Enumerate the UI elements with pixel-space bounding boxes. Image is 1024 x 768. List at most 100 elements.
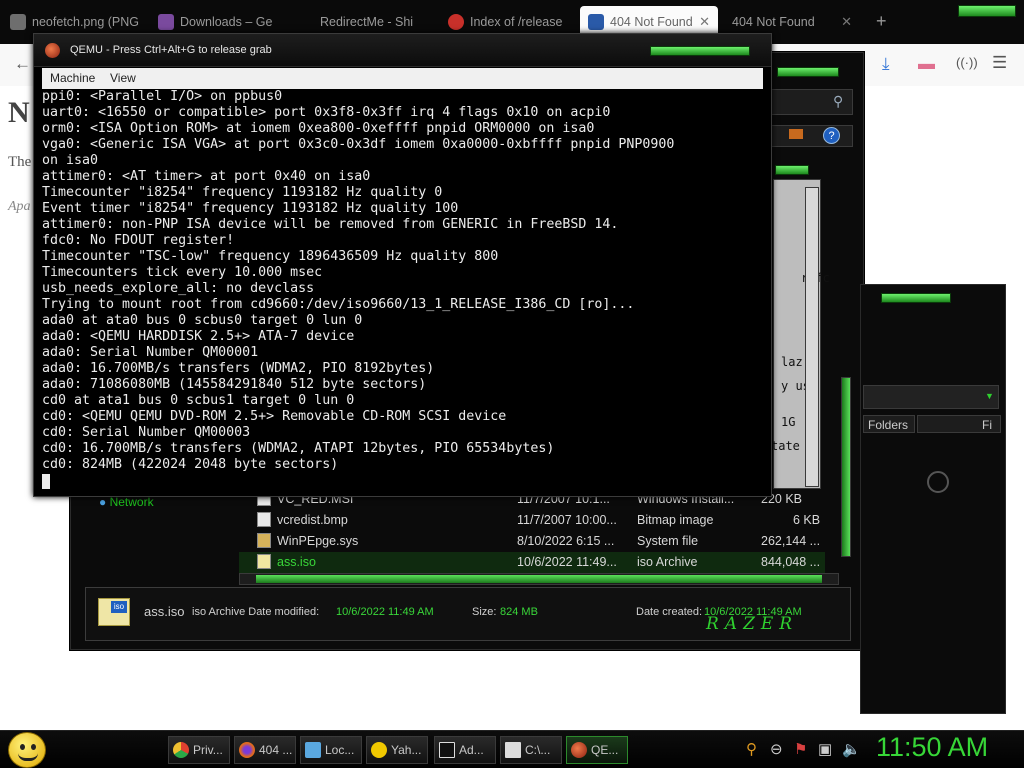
search-icon[interactable]: ⚲ — [833, 93, 843, 110]
taskbar-button-firefox[interactable]: 404 ... — [234, 736, 296, 764]
7zip-icon — [505, 742, 521, 758]
details-size-label: Size: — [472, 606, 497, 618]
extension-icon[interactable]: ▬ — [918, 54, 935, 74]
horizontal-scrollbar[interactable] — [239, 573, 839, 585]
taskbar-clock[interactable]: 11:50 AM — [876, 732, 998, 763]
qemu-window: QEMU - Press Ctrl+Alt+G to release grab … — [33, 33, 772, 497]
folder-options-icon[interactable] — [789, 129, 803, 139]
smiley-eye — [31, 744, 36, 750]
vertical-scrollbar[interactable] — [841, 377, 851, 557]
menu-icon[interactable]: ☰ — [992, 53, 1007, 73]
scroll-thumb[interactable] — [256, 575, 822, 583]
preview-scrollbar[interactable] — [805, 187, 819, 487]
console-line: cd0: 824MB (422024 2048 byte sectors) — [42, 457, 339, 472]
smiley-mouth — [18, 753, 38, 761]
download-icon[interactable]: ⤓ — [882, 54, 890, 74]
qemu-title-bar[interactable]: QEMU - Press Ctrl+Alt+G to release grab — [34, 34, 771, 67]
window-title: QEMU - Press Ctrl+Alt+G to release grab — [70, 44, 272, 56]
taskbar-button-cmd[interactable]: Ad... — [434, 736, 496, 764]
back-arrow-icon[interactable]: ← — [14, 54, 31, 74]
vm-console[interactable]: ppi0: <Parallel I/O> on ppbus0 uart0: <1… — [42, 89, 764, 495]
address-box[interactable] — [863, 385, 999, 409]
console-line: ppi0: <Parallel I/O> on ppbus0 — [42, 89, 283, 104]
page-text-fragment: The — [8, 154, 32, 170]
console-line: ada0: <QEMU HARDDISK 2.5+> ATA-7 device — [42, 329, 355, 344]
console-line: Timecounters tick every 10.000 msec — [42, 265, 323, 280]
details-date-modified: 10/6/2022 11:49 AM — [336, 606, 434, 618]
iso-file-icon — [257, 554, 271, 569]
qemu-menu-bar: Machine View — [42, 68, 763, 89]
console-line: cd0: 16.700MB/s transfers (WDMA2, ATAPI … — [42, 441, 555, 456]
text-cursor — [42, 474, 50, 489]
taskbar-button-7zip[interactable]: C:\... — [500, 736, 562, 764]
desktop: neofetch.png (PNG I Downloads – Ge Redir… — [0, 0, 1024, 768]
plus-icon[interactable]: + — [876, 11, 887, 32]
sidebar-item-network[interactable]: ● Network — [99, 495, 154, 509]
file-row[interactable]: vcredist.bmp 11/7/2007 10:00... Bitmap i… — [239, 510, 825, 531]
flag-icon[interactable]: ⚑ — [794, 740, 807, 758]
start-button-smiley-icon[interactable] — [8, 732, 46, 768]
column-header-folders[interactable]: Folders — [863, 415, 915, 433]
window-controls-bar[interactable] — [650, 46, 750, 56]
taskbar-button-qemu[interactable]: QE... — [566, 736, 628, 764]
window-controls-bar[interactable] — [777, 67, 839, 77]
console-line: ada0 at ata0 bus 0 scbus0 target 0 lun 0 — [42, 313, 363, 328]
firefox-icon — [239, 742, 255, 758]
taskbar-button-yahoo[interactable]: Yah... — [366, 736, 428, 764]
console-line: uart0: <16550 or compatible> port 0x3f8-… — [42, 105, 611, 120]
network-icon: ● — [99, 495, 107, 509]
toolbar-strip — [771, 125, 853, 147]
console-line: fdc0: No FDOUT register! — [42, 233, 235, 248]
taskbar-button-chrome[interactable]: Priv... — [168, 736, 230, 764]
menu-machine[interactable]: Machine — [50, 71, 95, 85]
console-line: Trying to mount root from cd9660:/dev/is… — [42, 297, 635, 312]
chrome-icon — [173, 742, 189, 758]
console-line: usb_needs_explore_all: no devclass — [42, 281, 315, 296]
close-icon[interactable]: ✕ — [841, 14, 852, 30]
command-prompt-icon — [439, 742, 455, 758]
console-line: on isa0 — [42, 153, 99, 168]
help-icon[interactable]: ? — [823, 127, 840, 144]
console-line: attimer0: <AT timer> at port 0x40 on isa… — [42, 169, 371, 184]
chevron-down-icon[interactable]: ▼ — [985, 391, 994, 401]
page-footer-fragment: Apa — [8, 199, 31, 214]
console-line: ada0: 71086080MB (145584291840 512 byte … — [42, 377, 427, 392]
local-disk-icon — [305, 742, 321, 758]
system-file-icon — [257, 533, 271, 548]
console-line: Timecounter "i8254" frequency 1193182 Hz… — [42, 185, 443, 200]
qemu-icon — [45, 43, 60, 58]
volume-icon[interactable]: 🔈 — [842, 740, 861, 758]
console-line: Event timer "i8254" frequency 1193182 Hz… — [42, 201, 459, 216]
details-type-modified-label: iso Archive Date modified: — [192, 606, 320, 618]
search-icon[interactable]: ⚲ — [746, 740, 757, 758]
image-favicon-icon — [10, 14, 26, 30]
file-row-selected[interactable]: ass.iso 10/6/2022 11:49... iso Archive 8… — [239, 552, 825, 573]
redhat-favicon-icon — [448, 14, 464, 30]
console-line: ada0: Serial Number QM00001 — [42, 345, 259, 360]
downloads-favicon-icon — [158, 14, 174, 30]
iso-file-icon: iso — [98, 598, 130, 626]
console-line: ada0: 16.700MB/s transfers (WDMA2, PIO 8… — [42, 361, 435, 376]
network-tray-icon[interactable]: ▣ — [818, 740, 832, 758]
column-header-fi[interactable]: Fi — [917, 415, 1001, 433]
console-line: cd0 at ata1 bus 0 scbus1 target 0 lun 0 — [42, 393, 355, 408]
details-created-label: Date created: — [636, 606, 703, 618]
window-controls-bar[interactable] — [881, 293, 951, 303]
preview-text: tate — [771, 439, 800, 453]
console-line: Timecounter "TSC-low" frequency 18964365… — [42, 249, 499, 264]
close-icon[interactable]: ✕ — [699, 14, 710, 30]
taskbar-button-local-disk[interactable]: Loc... — [300, 736, 362, 764]
file-row[interactable]: WinPEpge.sys 8/10/2022 6:15 ... System f… — [239, 531, 825, 552]
preview-text: 1G — [781, 415, 796, 429]
console-line: vga0: <Generic ISA VGA> at port 0x3c0-0x… — [42, 137, 675, 152]
window-controls-bar[interactable] — [958, 5, 1016, 17]
iso-badge: iso — [111, 601, 127, 613]
console-line: orm0: <ISA Option ROM> at iomem 0xea800-… — [42, 121, 595, 136]
menu-view[interactable]: View — [110, 71, 136, 85]
ftp-favicon-icon — [588, 14, 604, 30]
minus-circle-icon[interactable]: ⊖ — [770, 740, 783, 758]
file-list: VC_RED.MSI 11/7/2007 10:1... Windows Ins… — [239, 489, 825, 575]
pane-grip-bar — [775, 165, 809, 175]
details-pane: iso ass.iso iso Archive Date modified: 1… — [85, 587, 851, 641]
reader-icon[interactable]: ((·)) — [956, 55, 978, 70]
